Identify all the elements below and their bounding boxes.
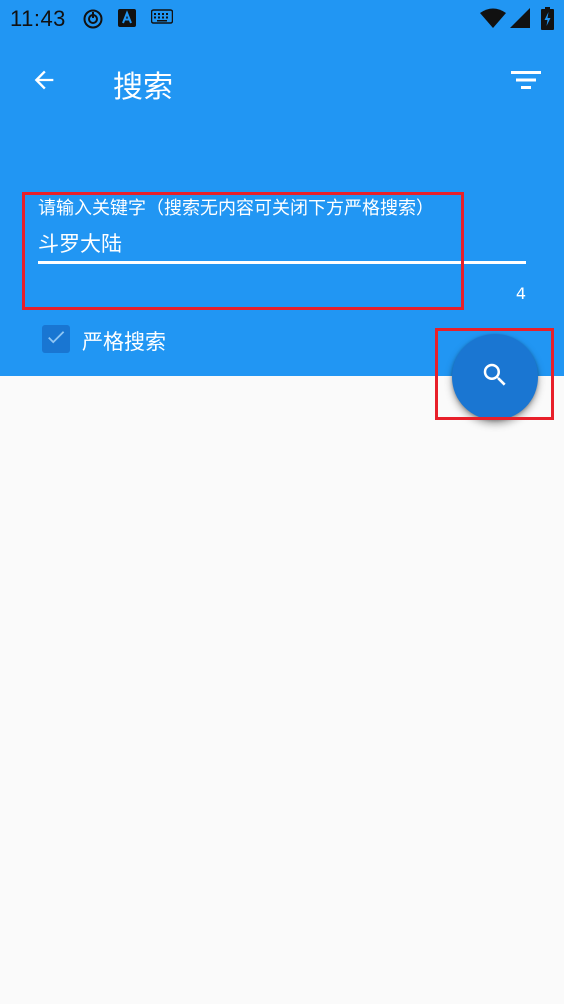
- fab-highlight: [435, 328, 554, 420]
- keyboard-icon: [150, 9, 174, 29]
- arrow-back-icon: [30, 66, 58, 98]
- filter-button[interactable]: [504, 62, 548, 102]
- filter-icon: [511, 68, 541, 96]
- search-field-highlight: [22, 192, 464, 310]
- strict-search-checkbox[interactable]: [42, 325, 70, 353]
- signal-icon: [510, 8, 530, 32]
- sync-icon: [83, 9, 103, 33]
- battery-charging-icon: [541, 7, 554, 34]
- page-title: 搜索: [113, 70, 173, 105]
- character-counter: 4: [515, 284, 526, 303]
- check-icon: [45, 326, 67, 352]
- header-area: [0, 0, 564, 376]
- back-button[interactable]: [22, 62, 66, 102]
- status-bar: 11:43: [0, 0, 564, 38]
- wifi-icon: [480, 8, 506, 32]
- text-a-icon: [118, 9, 136, 31]
- status-time: 11:43: [10, 6, 66, 31]
- strict-search-label: 严格搜索: [82, 330, 166, 354]
